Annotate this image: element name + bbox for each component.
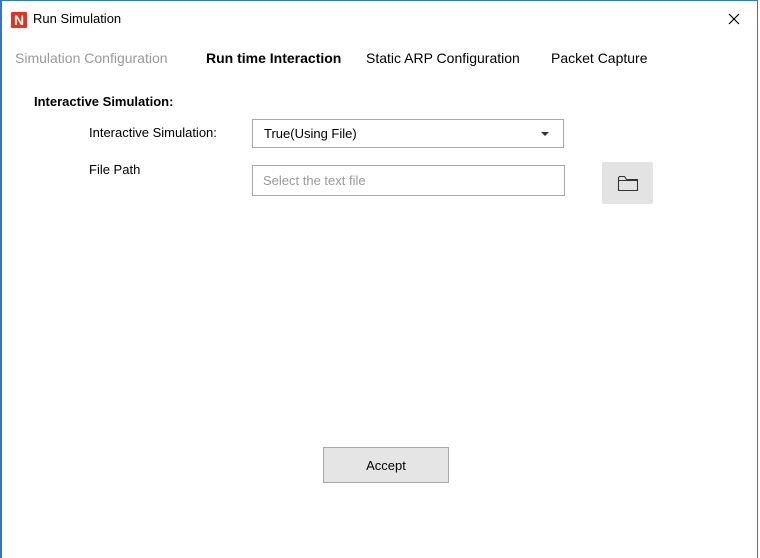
interactive-simulation-label: Interactive Simulation: <box>89 125 217 140</box>
chevron-down-icon <box>541 132 549 136</box>
file-path-label: File Path <box>89 162 141 177</box>
file-path-input[interactable] <box>252 165 565 196</box>
title-bar: N Run Simulation <box>2 1 757 37</box>
folder-icon <box>617 175 638 192</box>
interactive-simulation-select[interactable]: True(Using File) <box>252 119 564 148</box>
window-title: Run Simulation <box>33 11 122 26</box>
tab-static-arp-configuration[interactable]: Static ARP Configuration <box>366 50 520 66</box>
close-button[interactable] <box>711 1 757 37</box>
tab-run-time-interaction[interactable]: Run time Interaction <box>206 50 341 66</box>
tab-bar: Simulation Configuration Run time Intera… <box>2 50 757 72</box>
section-title: Interactive Simulation: <box>34 94 174 109</box>
tab-packet-capture[interactable]: Packet Capture <box>551 50 648 66</box>
accept-button[interactable]: Accept <box>323 447 449 483</box>
accept-button-label: Accept <box>366 457 406 473</box>
tab-simulation-configuration[interactable]: Simulation Configuration <box>15 50 168 66</box>
browse-file-button[interactable] <box>602 162 653 204</box>
interactive-simulation-value: True(Using File) <box>264 126 357 141</box>
run-simulation-dialog: N Run Simulation Simulation Configuratio… <box>0 0 758 558</box>
netsim-logo-icon: N <box>11 12 27 28</box>
close-icon <box>728 13 740 25</box>
